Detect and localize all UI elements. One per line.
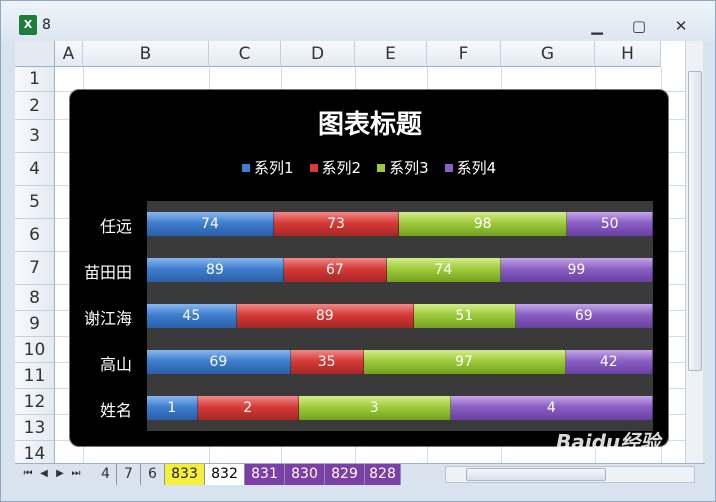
category-axis-label: 任远 — [99, 217, 132, 236]
bar-segment[interactable]: 73 — [273, 212, 400, 236]
column-header-a[interactable]: A — [55, 41, 83, 67]
legend-swatch — [309, 163, 318, 172]
chart-area[interactable]: 图表标题 系列1 系列2 系列3 系列4 姓名 高山 谢江海 苗田田 任远 1 2 3 4 69 35 9… — [69, 89, 669, 447]
select-all-corner[interactable] — [15, 41, 55, 67]
bar-segment[interactable]: 97 — [363, 350, 566, 374]
column-header-f[interactable]: F — [427, 41, 501, 67]
sheet-tab-830[interactable]: 830 — [285, 464, 325, 485]
bar-segment[interactable]: 69 — [515, 304, 653, 328]
sheet-tab-6[interactable]: 6 — [141, 464, 165, 485]
column-header-e[interactable]: E — [355, 41, 427, 67]
sheet-tab-833[interactable]: 833 — [165, 464, 205, 485]
legend-item-series-4[interactable]: 系列4 — [444, 157, 497, 178]
column-header-c[interactable]: C — [209, 41, 281, 67]
category-axis-label: 苗田田 — [83, 263, 132, 282]
minimize-icon[interactable]: ▁ — [585, 15, 609, 37]
watermark: Baidu经验 — [556, 430, 661, 454]
row-header-1[interactable]: 1 — [15, 67, 55, 92]
restore-icon[interactable]: ▢ — [627, 15, 651, 37]
sheet-tab-829[interactable]: 829 — [325, 464, 365, 485]
plot-area[interactable]: 1 2 3 4 69 35 97 42 45 89 51 69 89 67 74 99 74 73 98 50 — [147, 201, 653, 431]
category-axis-label: 高山 — [99, 355, 132, 374]
category-axis-label: 谢江海 — [83, 309, 132, 328]
row-header-4[interactable]: 4 — [15, 153, 55, 186]
row-header-13[interactable]: 13 — [15, 415, 55, 441]
sheet-tab-7[interactable]: 7 — [117, 464, 141, 485]
row-header-5[interactable]: 5 — [15, 186, 55, 219]
row-header-3[interactable]: 3 — [15, 120, 55, 153]
row-header-11[interactable]: 11 — [15, 363, 55, 389]
legend-label: 系列3 — [389, 159, 429, 177]
excel-icon: X — [19, 15, 37, 35]
excel-window: X 8 ▁ ▢ ✕ ABCDEFGH 1 2 3 4 5 6 7 8 9 10 11 12 13 14 图… — [0, 0, 716, 502]
chart-legend[interactable]: 系列1 系列2 系列3 系列4 — [242, 157, 496, 178]
sheet-tab-4[interactable]: 4 — [95, 464, 117, 485]
row-header-10[interactable]: 10 — [15, 337, 55, 363]
next-sheet-icon[interactable]: ▶ — [53, 466, 67, 482]
bar-segment[interactable]: 67 — [283, 258, 387, 282]
bar-segment[interactable]: 74 — [147, 212, 274, 236]
bar-segment[interactable]: 45 — [147, 304, 237, 328]
horizontal-scrollbar[interactable] — [445, 466, 695, 483]
category-axis-label: 姓名 — [99, 401, 132, 420]
column-header-g[interactable]: G — [501, 41, 595, 67]
bar-segment[interactable]: 89 — [147, 258, 284, 282]
close-icon[interactable]: ✕ — [669, 15, 693, 37]
legend-label: 系列1 — [254, 159, 294, 177]
horizontal-scroll-thumb[interactable] — [466, 468, 606, 481]
row-header-6[interactable]: 6 — [15, 219, 55, 252]
bar-segment[interactable]: 4 — [450, 396, 653, 420]
legend-swatch — [242, 163, 250, 172]
bar-segment[interactable]: 2 — [197, 396, 299, 420]
legend-item-series-3[interactable]: 系列3 — [377, 157, 429, 178]
bar-segment[interactable]: 74 — [386, 258, 501, 282]
row-header-9[interactable]: 9 — [15, 311, 55, 337]
legend-item-series-1[interactable]: 系列1 — [242, 157, 294, 178]
row-header-2[interactable]: 2 — [15, 92, 55, 120]
bar-segment[interactable]: 51 — [413, 304, 516, 328]
row-header-7[interactable]: 7 — [15, 252, 55, 285]
chart-title[interactable]: 图表标题 — [70, 104, 670, 141]
legend-item-series-2[interactable]: 系列2 — [309, 157, 362, 178]
column-header-b[interactable]: B — [83, 41, 209, 67]
sheet-tab-831[interactable]: 831 — [245, 464, 285, 485]
legend-swatch — [377, 163, 386, 172]
first-sheet-icon[interactable]: ⏮ — [21, 466, 35, 482]
bar-segment[interactable]: 99 — [500, 258, 653, 282]
column-header-h[interactable]: H — [595, 41, 661, 67]
bar-segment[interactable]: 35 — [290, 350, 364, 374]
row-header-8[interactable]: 8 — [15, 285, 55, 311]
window-title: 8 — [42, 17, 51, 33]
last-sheet-icon[interactable]: ⏭ — [69, 466, 83, 482]
legend-label: 系列2 — [321, 159, 362, 177]
bar-segment[interactable]: 1 — [147, 396, 198, 420]
row-header-14[interactable]: 14 — [15, 441, 55, 463]
row-header-12[interactable]: 12 — [15, 389, 55, 415]
title-bar: X 8 ▁ ▢ ✕ — [1, 1, 715, 41]
bar-segment[interactable]: 69 — [147, 350, 291, 374]
column-header-d[interactable]: D — [281, 41, 355, 67]
sheet-tab-828[interactable]: 828 — [365, 464, 401, 485]
bar-segment[interactable]: 42 — [565, 350, 653, 374]
sheet-tab-bar: ⏮ ◀ ▶ ⏭ 4 7 6 833 832 831 830 829 828 — [15, 463, 705, 485]
bar-segment[interactable]: 50 — [567, 212, 653, 236]
legend-label: 系列4 — [456, 159, 497, 177]
sheet-tab-832[interactable]: 832 — [205, 464, 245, 485]
prev-sheet-icon[interactable]: ◀ — [37, 466, 51, 482]
vertical-scrollbar[interactable] — [685, 41, 703, 463]
legend-swatch — [444, 163, 453, 172]
bar-segment[interactable]: 98 — [399, 212, 568, 236]
vertical-scroll-thumb[interactable] — [688, 71, 702, 371]
bar-segment[interactable]: 89 — [236, 304, 414, 328]
bar-segment[interactable]: 3 — [298, 396, 451, 420]
